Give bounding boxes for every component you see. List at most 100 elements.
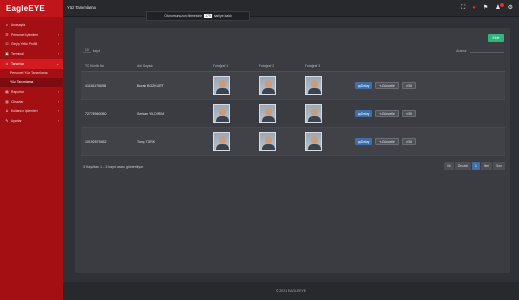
sidebar-item-terminal[interactable]: ▣ Terminal › bbox=[0, 49, 63, 59]
chevron-right-icon: › bbox=[57, 119, 59, 124]
home-icon: ⌂ bbox=[5, 22, 9, 27]
search-input[interactable] bbox=[470, 48, 504, 53]
cell-photo1 bbox=[213, 76, 259, 95]
sidebar-item-label: Terminal bbox=[11, 52, 24, 57]
table-row: 10192579452 Tunç TÜRK ▤ Detay ✎ Güncelle… bbox=[81, 128, 505, 156]
sidebar-subitem-yuz-tanimlama[interactable]: Yüz Tanımlama bbox=[0, 77, 63, 87]
sidebar-item-personel[interactable]: ☷ Personel İşlemleri › bbox=[0, 30, 63, 40]
add-button[interactable]: Ekle bbox=[488, 34, 504, 42]
chevron-right-icon: › bbox=[57, 109, 59, 114]
cell-photo3 bbox=[305, 132, 351, 151]
page-last-button[interactable]: Son bbox=[493, 162, 505, 170]
face-photo[interactable] bbox=[213, 76, 230, 95]
update-button[interactable]: ✎ Güncelle bbox=[375, 82, 399, 89]
face-photo[interactable] bbox=[259, 104, 276, 123]
chevron-right-icon: › bbox=[57, 32, 59, 37]
sidebar-subitem-personel-yuz[interactable]: Personel Yüz Tanımlama bbox=[0, 69, 63, 78]
user-avatar-icon[interactable]: ♟ bbox=[495, 3, 504, 12]
delete-label: Sil bbox=[408, 83, 412, 88]
page-title: Yüz Tanımlama bbox=[67, 5, 96, 10]
cell-photo3 bbox=[305, 104, 351, 123]
fullscreen-icon[interactable]: ⛶ bbox=[461, 4, 465, 12]
detail-button[interactable]: ▤ Detay bbox=[355, 138, 373, 145]
sidebar: EagleEYE ⌂ Anasayfa ☷ Personel İşlemleri… bbox=[0, 0, 63, 300]
table-info: 3 Kayıttan 1 - 3 kayıt arası gösteriliyo… bbox=[83, 165, 144, 169]
sidebar-item-label: Geçiş Yetki Profili bbox=[11, 42, 38, 47]
cell-photo1 bbox=[213, 104, 259, 123]
sidebar-item-kullanici[interactable]: ♙ Kullanıcı İşlemleri › bbox=[0, 107, 63, 117]
face-photo[interactable] bbox=[305, 104, 322, 123]
content-panel: Ekle 10 kayıt Arama: TC Kimlik No Adı So… bbox=[75, 28, 510, 273]
sidebar-item-label: Cihazlar bbox=[11, 99, 24, 104]
face-photo[interactable] bbox=[259, 76, 276, 95]
page-prev-button[interactable]: Önceki bbox=[454, 162, 471, 170]
update-label: Güncelle bbox=[382, 139, 395, 144]
face-photo[interactable] bbox=[305, 76, 322, 95]
column-header-photo1[interactable]: Fotoğraf 1 bbox=[213, 64, 259, 68]
face-photo[interactable] bbox=[259, 132, 276, 151]
cell-tc: 41181176698 bbox=[85, 83, 106, 88]
key-icon: ⚿ bbox=[5, 42, 9, 47]
update-label: Güncelle bbox=[382, 111, 395, 116]
cell-actions: ▤ Detay ✎ Güncelle ✕ Sil bbox=[351, 110, 505, 117]
face-photo[interactable] bbox=[213, 104, 230, 123]
sidebar-item-ayarlar[interactable]: ✎ Ayarlar › bbox=[0, 116, 63, 126]
cell-photo2 bbox=[259, 104, 305, 123]
column-header-name[interactable]: Adı Soyadı bbox=[137, 64, 213, 68]
page-next-button[interactable]: İleri bbox=[480, 162, 493, 170]
cell-actions: ▤ Detay ✎ Güncelle ✕ Sil bbox=[351, 138, 505, 145]
flag-icon[interactable]: ⚑ bbox=[483, 4, 488, 12]
session-text-post: saniye kaldı bbox=[213, 14, 232, 18]
sidebar-item-gecis-yetki[interactable]: ⚿ Geçiş Yetki Profili › bbox=[0, 40, 63, 50]
delete-button[interactable]: ✕ Sil bbox=[401, 138, 416, 145]
chevron-right-icon: › bbox=[57, 89, 59, 94]
detail-button[interactable]: ▤ Detay bbox=[355, 82, 373, 89]
chevron-down-icon: ⌄ bbox=[56, 62, 59, 67]
page-number-button[interactable]: 1 bbox=[471, 162, 480, 170]
sidebar-item-anasayfa[interactable]: ⌂ Anasayfa bbox=[0, 20, 63, 30]
face-photo[interactable] bbox=[213, 132, 230, 151]
session-timer-banner: Oturumunuzun bitmesine 179 saniye kaldı bbox=[146, 11, 250, 21]
delete-button[interactable]: ✕ Sil bbox=[401, 110, 416, 117]
detail-button[interactable]: ▤ Detay bbox=[355, 110, 373, 117]
table-row: 72778960050 Serkan YILDIRIM ▤ Detay ✎ Gü… bbox=[81, 100, 505, 128]
page-first-button[interactable]: İlk bbox=[444, 162, 454, 170]
column-header-photo3[interactable]: Fotoğraf 3 bbox=[305, 64, 351, 68]
brand-logo[interactable]: EagleEYE bbox=[0, 0, 63, 17]
sidebar-item-cihazlar[interactable]: ▥ Cihazlar › bbox=[0, 97, 63, 107]
delete-label: Sil bbox=[408, 111, 412, 116]
settings-gear-icon[interactable]: ⚙ bbox=[508, 4, 513, 12]
cell-photo2 bbox=[259, 132, 305, 151]
sidebar-item-label: Personel İşlemleri bbox=[11, 32, 38, 37]
detail-label: Detay bbox=[361, 139, 370, 144]
search-control: Arama: bbox=[456, 48, 504, 53]
page-length-suffix: kayıt bbox=[92, 48, 100, 53]
alert-dot-icon[interactable]: ● bbox=[472, 4, 476, 12]
column-header-tc[interactable]: TC Kimlik No bbox=[81, 64, 137, 68]
session-text-pre: Oturumunuzun bitmesine bbox=[164, 14, 203, 18]
column-header-photo2[interactable]: Fotoğraf 2 bbox=[259, 64, 305, 68]
cell-tc: 72778960050 bbox=[85, 111, 107, 116]
face-icon: ☺ bbox=[5, 62, 9, 67]
footer: © 2021 EAGLEEYE bbox=[63, 282, 519, 300]
sidebar-item-tanimlar[interactable]: ☺ Tanımlar ⌄ bbox=[0, 59, 63, 69]
sidebar-item-label: Kullanıcı İşlemleri bbox=[11, 109, 38, 114]
cell-photo2 bbox=[259, 76, 305, 95]
user-ops-icon: ♙ bbox=[5, 109, 9, 114]
sidebar-item-raporlar[interactable]: ▤ Raporlar › bbox=[0, 87, 63, 97]
cell-photo3 bbox=[305, 76, 351, 95]
detail-label: Detay bbox=[361, 83, 370, 88]
table-header: TC Kimlik No Adı Soyadı Fotoğraf 1 Fotoğ… bbox=[81, 61, 505, 72]
delete-button[interactable]: ✕ Sil bbox=[401, 82, 416, 89]
cell-tc: 10192579452 bbox=[85, 139, 107, 144]
sidebar-item-label: Tanımlar bbox=[11, 62, 25, 67]
update-button[interactable]: ✎ Güncelle bbox=[375, 138, 399, 145]
notification-badge bbox=[499, 3, 504, 7]
chevron-right-icon: › bbox=[57, 42, 59, 47]
page-length-select[interactable]: 10 bbox=[83, 48, 91, 53]
detail-label: Detay bbox=[361, 111, 370, 116]
search-label: Arama: bbox=[456, 48, 467, 53]
update-button[interactable]: ✎ Güncelle bbox=[375, 110, 399, 117]
terminal-icon: ▣ bbox=[5, 52, 9, 57]
face-photo[interactable] bbox=[305, 132, 322, 151]
